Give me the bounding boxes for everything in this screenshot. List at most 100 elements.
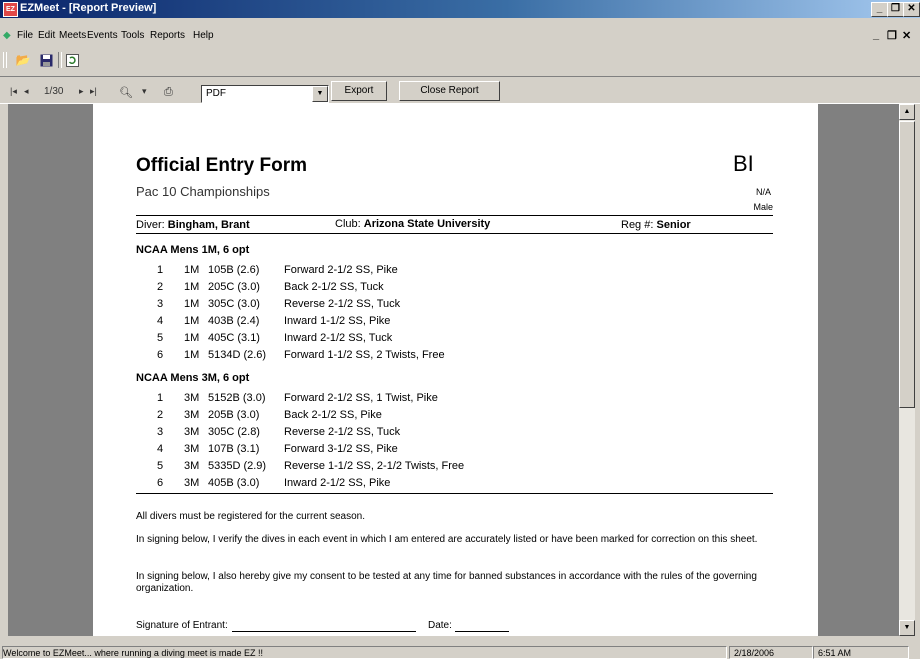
open-folder-icon[interactable]: 📂 <box>15 52 31 68</box>
reg-label: Reg #: <box>621 219 654 231</box>
registration-note: All divers must be registered for the cu… <box>136 511 365 522</box>
dive-board: 1M <box>184 298 200 310</box>
refresh-icon[interactable] <box>64 52 80 68</box>
dive-number: 3 <box>157 298 164 310</box>
document-icon[interactable]: ◆ <box>3 30 11 41</box>
dive-board: 3M <box>184 392 200 404</box>
diver-field: Diver: Bingham, Brant <box>136 219 250 231</box>
vertical-scrollbar[interactable]: ▲ ▼ <box>899 104 915 636</box>
dive-board: 3M <box>184 409 200 421</box>
export-format-value: PDF <box>206 88 226 99</box>
menu-file[interactable]: File <box>17 30 33 41</box>
dive-code: 105B (2.6) <box>208 264 260 276</box>
divider <box>136 493 773 494</box>
reg-field: Reg #: Senior <box>621 219 691 231</box>
next-page-icon[interactable]: ▸ <box>79 86 84 97</box>
dive-number: 5 <box>157 460 164 472</box>
divider <box>136 215 773 216</box>
report-page: Official Entry Form BI Pac 10 Championsh… <box>93 104 818 636</box>
signature-line <box>232 631 416 632</box>
status-bar: Welcome to EZMeet... where running a div… <box>0 646 920 659</box>
first-page-icon[interactable]: |◂ <box>10 86 17 97</box>
menu-help[interactable]: Help <box>193 30 214 41</box>
menu-edit[interactable]: Edit <box>38 30 55 41</box>
diver-code: BI <box>733 151 754 176</box>
dive-code: 5134D (2.6) <box>208 349 267 361</box>
mdi-restore-button[interactable]: ❐ <box>887 29 897 42</box>
menu-reports[interactable]: Reports <box>150 30 185 41</box>
main-toolbar: 📂 <box>0 50 920 70</box>
previous-page-icon[interactable]: ◂ <box>24 86 29 97</box>
consent-note: In signing below, I also hereby give my … <box>136 571 757 594</box>
window-title: EZMeet - [Report Preview] <box>20 2 157 14</box>
dive-code: 5335D (2.9) <box>208 460 267 472</box>
save-icon[interactable] <box>38 52 54 68</box>
na-label: N/A <box>755 187 771 197</box>
dive-code: 5152B (3.0) <box>208 392 266 404</box>
print-icon[interactable]: ⎙ <box>164 86 173 99</box>
dive-number: 6 <box>157 477 164 489</box>
dive-board: 3M <box>184 443 200 455</box>
export-button[interactable]: Export <box>331 81 387 101</box>
dive-number: 2 <box>157 281 164 293</box>
club-name: Arizona State University <box>363 218 491 230</box>
scroll-up-icon[interactable]: ▲ <box>899 104 915 120</box>
dive-description: Back 2-1/2 SS, Pike <box>284 409 382 421</box>
menu-meets[interactable]: Meets <box>59 30 86 41</box>
toolbar-separator <box>58 52 62 68</box>
last-page-icon[interactable]: ▸| <box>90 86 97 97</box>
export-format-select[interactable]: PDF ▼ <box>201 85 329 103</box>
menu-events[interactable]: Events <box>87 30 118 41</box>
report-title: Official Entry Form <box>136 155 308 176</box>
minimize-button[interactable]: _ <box>871 2 888 17</box>
signature-label: Signature of Entrant: <box>136 620 228 631</box>
dive-board: 3M <box>184 426 200 438</box>
close-button[interactable]: ✕ <box>903 2 920 17</box>
status-time: 6:51 AM <box>813 646 909 659</box>
dive-description: Inward 1-1/2 SS, Pike <box>284 315 391 327</box>
menu-tools[interactable]: Tools <box>121 30 144 41</box>
chevron-down-icon[interactable]: ▼ <box>312 86 328 102</box>
scrollbar-thumb[interactable] <box>899 121 915 408</box>
dive-number: 2 <box>157 409 164 421</box>
dive-code: 205B (3.0) <box>208 409 260 421</box>
mdi-minimize-button[interactable]: _ <box>873 29 879 41</box>
dive-description: Forward 3-1/2 SS, Pike <box>284 443 398 455</box>
page-indicator: 1/30 <box>44 86 64 97</box>
dive-description: Forward 1-1/2 SS, 2 Twists, Free <box>284 349 445 361</box>
dive-board: 1M <box>184 315 200 327</box>
dive-code: 205C (3.0) <box>208 281 260 293</box>
zoom-dropdown-icon[interactable]: ▾ <box>142 86 147 97</box>
diver-name: Bingham, Brant <box>167 219 250 231</box>
event-heading: NCAA Mens 3M, 6 opt <box>136 372 250 384</box>
dive-board: 3M <box>184 477 200 489</box>
dive-number: 5 <box>157 332 164 344</box>
dive-code: 405C (3.1) <box>208 332 260 344</box>
dive-number: 1 <box>157 392 164 404</box>
dive-code: 405B (3.0) <box>208 477 260 489</box>
dive-board: 3M <box>184 460 200 472</box>
report-toolbar: |◂ ◂ 1/30 ▸ ▸| 🔍︎ ▾ ⎙ PDF ▼ Export Close… <box>0 76 920 104</box>
date-label: Date: <box>428 620 452 631</box>
reg-value: Senior <box>656 219 691 231</box>
dive-description: Inward 2-1/2 SS, Tuck <box>284 332 393 344</box>
mdi-close-button[interactable]: ✕ <box>902 29 911 42</box>
scroll-down-icon[interactable]: ▼ <box>899 620 915 636</box>
report-viewer: Official Entry Form BI Pac 10 Championsh… <box>8 104 899 636</box>
title-bar: EZ EZMeet - [Report Preview] _ ❐ ✕ <box>0 0 920 18</box>
toolbar-grip <box>3 52 7 68</box>
dive-description: Forward 2-1/2 SS, 1 Twist, Pike <box>284 392 438 404</box>
close-report-button[interactable]: Close Report <box>399 81 500 101</box>
app-icon: EZ <box>3 2 18 17</box>
verification-note: In signing below, I verify the dives in … <box>136 534 758 545</box>
restore-button[interactable]: ❐ <box>887 2 904 17</box>
dive-description: Reverse 1-1/2 SS, 2-1/2 Twists, Free <box>284 460 465 472</box>
divider <box>136 233 773 234</box>
dive-description: Inward 2-1/2 SS, Pike <box>284 477 391 489</box>
zoom-icon[interactable]: 🔍︎ <box>119 86 133 99</box>
dive-description: Forward 2-1/2 SS, Pike <box>284 264 398 276</box>
dive-description: Back 2-1/2 SS, Tuck <box>284 281 384 293</box>
dive-code: 305C (3.0) <box>208 298 260 310</box>
status-message: Welcome to EZMeet... where running a div… <box>2 646 727 659</box>
gender-label: Male <box>753 202 773 212</box>
